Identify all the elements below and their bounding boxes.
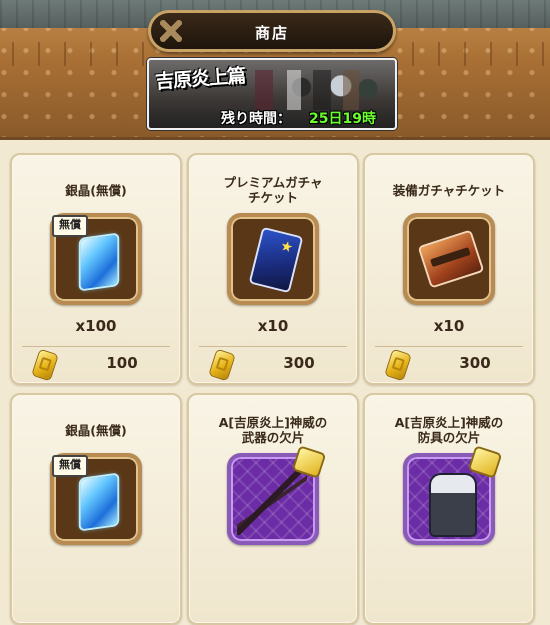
fragment-shard-icon <box>470 447 500 477</box>
blue-crystal-icon <box>80 474 118 530</box>
item-price: 300 <box>459 354 491 372</box>
remaining-time-value: 25日19時 <box>309 111 376 127</box>
item-price: 300 <box>283 354 315 372</box>
item-name: 銀晶(無償) <box>65 183 127 198</box>
gold-coin-icon <box>385 349 411 381</box>
gold-coin-icon <box>32 349 58 381</box>
item-frame <box>403 213 495 305</box>
shop-item-card[interactable]: 銀晶(無償) 無償 x100 100 <box>10 153 182 385</box>
shop-item-grid: 銀晶(無償) 無償 x100 100 プレミアムガチャ チケット x10 300… <box>0 137 550 625</box>
shop-item-card[interactable]: A[吉原炎上]神威の 防具の欠片 <box>363 393 535 625</box>
shop-item-card[interactable]: 装備ガチャチケット x10 300 <box>363 153 535 385</box>
free-tag-badge: 無償 <box>52 455 88 477</box>
blue-crystal-icon <box>80 234 118 290</box>
header-ornament-left <box>0 42 150 66</box>
item-name: 銀晶(無償) <box>65 423 127 438</box>
item-quantity: x10 <box>257 317 289 335</box>
remaining-time-label: 残り時間： <box>221 111 291 127</box>
free-tag-badge: 無償 <box>52 215 88 237</box>
item-name: A[吉原炎上]神威の 防具の欠片 <box>394 415 504 445</box>
premium-gacha-ticket-icon <box>251 229 301 291</box>
item-price: 100 <box>106 354 138 372</box>
shop-item-card[interactable]: A[吉原炎上]神威の 武器の欠片 <box>187 393 359 625</box>
shop-header: 商店 吉原炎上篇 残り時間： 25日19時 <box>0 0 550 140</box>
equipment-gacha-ticket-icon <box>420 231 482 287</box>
divider <box>22 346 170 347</box>
event-logo: 吉原炎上篇 <box>154 64 246 94</box>
item-frame <box>403 447 500 545</box>
item-quantity: x10 <box>433 317 465 335</box>
armor-fragment-icon <box>431 475 475 535</box>
item-frame <box>227 213 319 305</box>
title-plate: 商店 <box>148 10 396 52</box>
event-banner[interactable]: 吉原炎上篇 残り時間： 25日19時 <box>147 58 397 130</box>
page-title: 商店 <box>254 24 289 42</box>
weapon-fragment-icon <box>237 465 307 535</box>
shop-item-card[interactable]: プレミアムガチャ チケット x10 300 <box>187 153 359 385</box>
item-name: 装備ガチャチケット <box>392 183 506 198</box>
item-frame: 無償 <box>50 213 142 305</box>
divider <box>199 346 347 347</box>
item-frame: 無償 <box>50 453 142 545</box>
event-characters-art <box>247 70 387 110</box>
divider <box>375 346 523 347</box>
item-name: プレミアムガチャ チケット <box>223 175 323 205</box>
header-ornament-right <box>400 42 550 66</box>
gold-coin-icon <box>209 349 235 381</box>
item-quantity: x100 <box>75 317 117 335</box>
item-frame <box>227 447 324 545</box>
item-name: A[吉原炎上]神威の 武器の欠片 <box>218 415 328 445</box>
shop-item-card[interactable]: 銀晶(無償) 無償 <box>10 393 182 625</box>
